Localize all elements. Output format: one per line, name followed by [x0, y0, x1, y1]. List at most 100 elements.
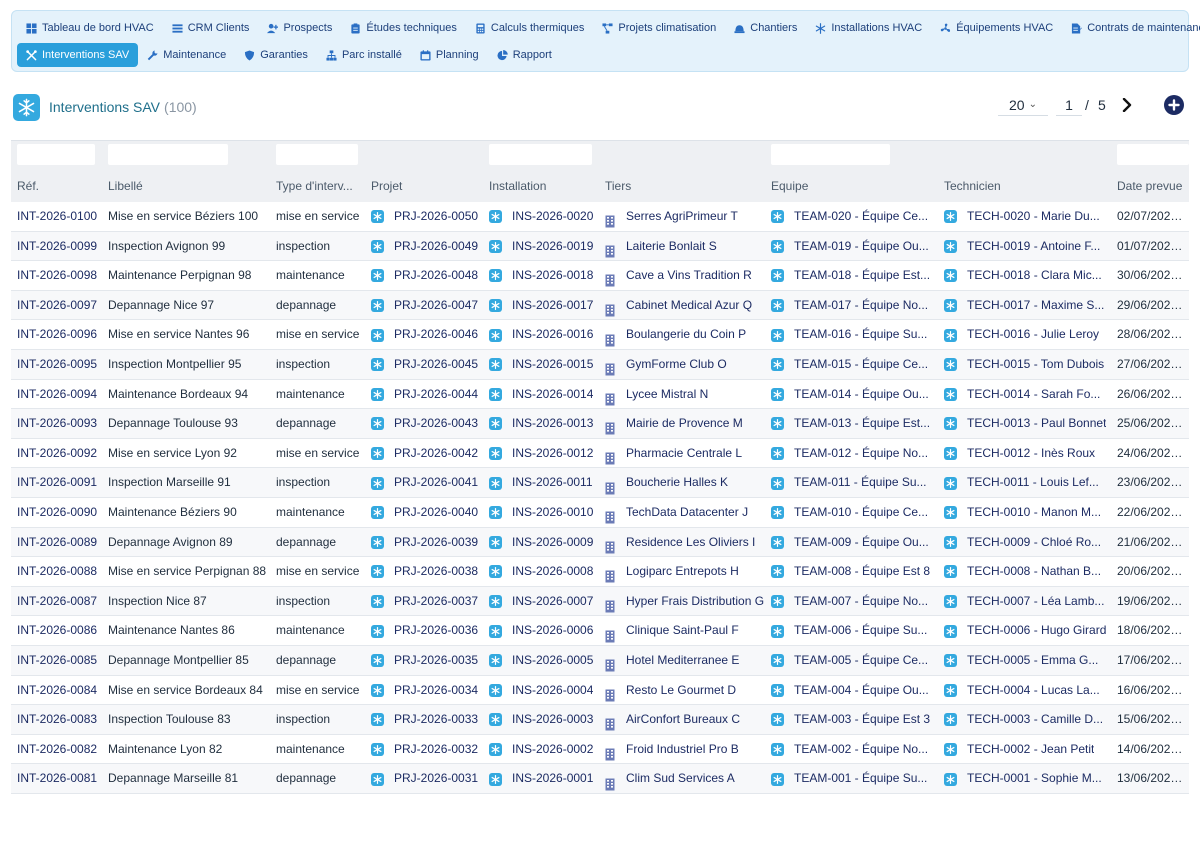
cell-tiers-link[interactable]: Boulangerie du Coin P: [605, 320, 765, 350]
cell-technicien-link[interactable]: TECH-0008 - Nathan B...: [944, 557, 1109, 587]
cell-tiers-link[interactable]: Pharmacie Centrale L: [605, 439, 765, 469]
cell-ref[interactable]: INT-2026-0092: [17, 439, 105, 469]
cell-tiers-link[interactable]: Mairie de Provence M: [605, 409, 765, 439]
cell-installation-link[interactable]: INS-2026-0015: [489, 350, 599, 380]
column-header-date-prevue[interactable]: Date prevue: [1117, 179, 1182, 193]
cell-tiers-link[interactable]: Serres AgriPrimeur T: [605, 202, 765, 232]
cell-ref[interactable]: INT-2026-0082: [17, 735, 105, 765]
cell-tiers-link[interactable]: Residence Les Oliviers I: [605, 528, 765, 558]
cell-technicien-link[interactable]: TECH-0006 - Hugo Girard: [944, 616, 1109, 646]
column-header-technicien[interactable]: Technicien: [944, 179, 1001, 193]
cell-equipe-link[interactable]: TEAM-016 - Équipe Su...: [771, 320, 936, 350]
cell-tiers-link[interactable]: Hotel Mediterranee E: [605, 646, 765, 676]
table-row[interactable]: INT-2026-0086 Maintenance Nantes 86 mainte…: [11, 616, 1189, 646]
table-row[interactable]: INT-2026-0081 Depannage Marseille 81 depan…: [11, 764, 1189, 794]
cell-projet-link[interactable]: PRJ-2026-0043: [371, 409, 481, 439]
nav-item-list[interactable]: CRM Clients: [163, 16, 259, 40]
cell-equipe-link[interactable]: TEAM-001 - Équipe Su...: [771, 764, 936, 794]
cell-projet-link[interactable]: PRJ-2026-0032: [371, 735, 481, 765]
cell-ref[interactable]: INT-2026-0086: [17, 616, 105, 646]
cell-projet-link[interactable]: PRJ-2026-0045: [371, 350, 481, 380]
cell-equipe-link[interactable]: TEAM-018 - Équipe Est...: [771, 261, 936, 291]
cell-installation-link[interactable]: INS-2026-0016: [489, 320, 599, 350]
cell-tiers-link[interactable]: Resto Le Gourmet D: [605, 676, 765, 706]
cell-tiers-link[interactable]: Lycee Mistral N: [605, 380, 765, 410]
column-header-ref[interactable]: Réf.: [17, 179, 39, 193]
cell-ref[interactable]: INT-2026-0089: [17, 528, 105, 558]
cell-installation-link[interactable]: INS-2026-0013: [489, 409, 599, 439]
cell-equipe-link[interactable]: TEAM-008 - Équipe Est 8: [771, 557, 936, 587]
nav-item-clipboard[interactable]: Études techniques: [341, 16, 466, 40]
cell-technicien-link[interactable]: TECH-0019 - Antoine F...: [944, 232, 1109, 262]
table-row[interactable]: INT-2026-0098 Maintenance Perpignan 98 mai…: [11, 261, 1189, 291]
cell-tiers-link[interactable]: AirConfort Bureaux C: [605, 705, 765, 735]
cell-installation-link[interactable]: INS-2026-0006: [489, 616, 599, 646]
cell-tiers-link[interactable]: Cabinet Medical Azur Q: [605, 291, 765, 321]
table-row[interactable]: INT-2026-0084 Mise en service Bordeaux 84…: [11, 676, 1189, 706]
nav-item-shield[interactable]: Garanties: [235, 43, 317, 67]
nav-item-project-diagram[interactable]: Projets climatisation: [593, 16, 725, 40]
cell-ref[interactable]: INT-2026-0099: [17, 232, 105, 262]
nav-item-dashboard[interactable]: Tableau de bord HVAC: [17, 16, 163, 40]
column-header-equipe[interactable]: Equipe: [771, 179, 808, 193]
add-intervention-button[interactable]: [1164, 95, 1184, 115]
cell-ref[interactable]: INT-2026-0088: [17, 557, 105, 587]
cell-technicien-link[interactable]: TECH-0010 - Manon M...: [944, 498, 1109, 528]
cell-equipe-link[interactable]: TEAM-012 - Équipe No...: [771, 439, 936, 469]
cell-tiers-link[interactable]: Hyper Frais Distribution G: [605, 587, 765, 617]
table-row[interactable]: INT-2026-0099 Inspection Avignon 99 inspec…: [11, 231, 1189, 262]
cell-installation-link[interactable]: INS-2026-0019: [489, 232, 599, 262]
cell-installation-link[interactable]: INS-2026-0001: [489, 764, 599, 794]
cell-projet-link[interactable]: PRJ-2026-0049: [371, 232, 481, 262]
cell-ref[interactable]: INT-2026-0094: [17, 380, 105, 410]
column-header-libelle[interactable]: Libellé: [108, 179, 143, 193]
cell-equipe-link[interactable]: TEAM-014 - Équipe Ou...: [771, 380, 936, 410]
table-row[interactable]: INT-2026-0100 Mise en service Béziers 100…: [11, 202, 1189, 232]
cell-equipe-link[interactable]: TEAM-017 - Équipe No...: [771, 291, 936, 321]
filter-input-date-prevue[interactable]: [1117, 144, 1189, 165]
cell-projet-link[interactable]: PRJ-2026-0042: [371, 439, 481, 469]
cell-ref[interactable]: INT-2026-0093: [17, 409, 105, 439]
cell-technicien-link[interactable]: TECH-0012 - Inès Roux: [944, 439, 1109, 469]
table-row[interactable]: INT-2026-0094 Maintenance Bordeaux 94 main…: [11, 380, 1189, 410]
page-size-select[interactable]: 20 ⌄: [998, 94, 1048, 116]
cell-tiers-link[interactable]: GymForme Club O: [605, 350, 765, 380]
cell-projet-link[interactable]: PRJ-2026-0038: [371, 557, 481, 587]
nav-item-user-plus[interactable]: Prospects: [258, 16, 341, 40]
cell-projet-link[interactable]: PRJ-2026-0041: [371, 468, 481, 498]
cell-tiers-link[interactable]: Logiparc Entrepots H: [605, 557, 765, 587]
current-page-input[interactable]: 1: [1056, 94, 1082, 116]
cell-tiers-link[interactable]: Froid Industriel Pro B: [605, 735, 765, 765]
nav-item-calculator[interactable]: Calculs thermiques: [466, 16, 594, 40]
cell-installation-link[interactable]: INS-2026-0003: [489, 705, 599, 735]
cell-technicien-link[interactable]: TECH-0016 - Julie Leroy: [944, 320, 1109, 350]
filter-input-type[interactable]: [276, 144, 358, 165]
nav-item-tools[interactable]: Interventions SAV: [17, 43, 139, 67]
table-row[interactable]: INT-2026-0091 Inspection Marseille 91 insp…: [11, 468, 1189, 498]
table-row[interactable]: INT-2026-0089 Depannage Avignon 89 depanna…: [11, 527, 1189, 558]
filter-input-ref[interactable]: [17, 144, 95, 165]
cell-tiers-link[interactable]: TechData Datacenter J: [605, 498, 765, 528]
cell-projet-link[interactable]: PRJ-2026-0046: [371, 320, 481, 350]
cell-ref[interactable]: INT-2026-0081: [17, 764, 105, 794]
cell-ref[interactable]: INT-2026-0096: [17, 320, 105, 350]
table-row[interactable]: INT-2026-0096 Mise en service Nantes 96 mi…: [11, 320, 1189, 350]
cell-technicien-link[interactable]: TECH-0003 - Camille D...: [944, 705, 1109, 735]
cell-projet-link[interactable]: PRJ-2026-0035: [371, 646, 481, 676]
cell-installation-link[interactable]: INS-2026-0005: [489, 646, 599, 676]
cell-equipe-link[interactable]: TEAM-007 - Équipe No...: [771, 587, 936, 617]
cell-ref[interactable]: INT-2026-0085: [17, 646, 105, 676]
cell-technicien-link[interactable]: TECH-0011 - Louis Lef...: [944, 468, 1109, 498]
cell-installation-link[interactable]: INS-2026-0009: [489, 528, 599, 558]
filter-input-installation[interactable]: [489, 144, 592, 165]
cell-equipe-link[interactable]: TEAM-019 - Équipe Ou...: [771, 232, 936, 262]
cell-equipe-link[interactable]: TEAM-010 - Équipe Ce...: [771, 498, 936, 528]
column-header-type[interactable]: Type d'interv...: [276, 179, 353, 193]
cell-ref[interactable]: INT-2026-0095: [17, 350, 105, 380]
nav-item-fan[interactable]: Équipements HVAC: [931, 16, 1062, 40]
table-row[interactable]: INT-2026-0083 Inspection Toulouse 83 inspe…: [11, 705, 1189, 735]
cell-technicien-link[interactable]: TECH-0005 - Emma G...: [944, 646, 1109, 676]
cell-ref[interactable]: INT-2026-0097: [17, 291, 105, 321]
cell-installation-link[interactable]: INS-2026-0004: [489, 676, 599, 706]
nav-item-snowflake[interactable]: Installations HVAC: [806, 16, 931, 40]
